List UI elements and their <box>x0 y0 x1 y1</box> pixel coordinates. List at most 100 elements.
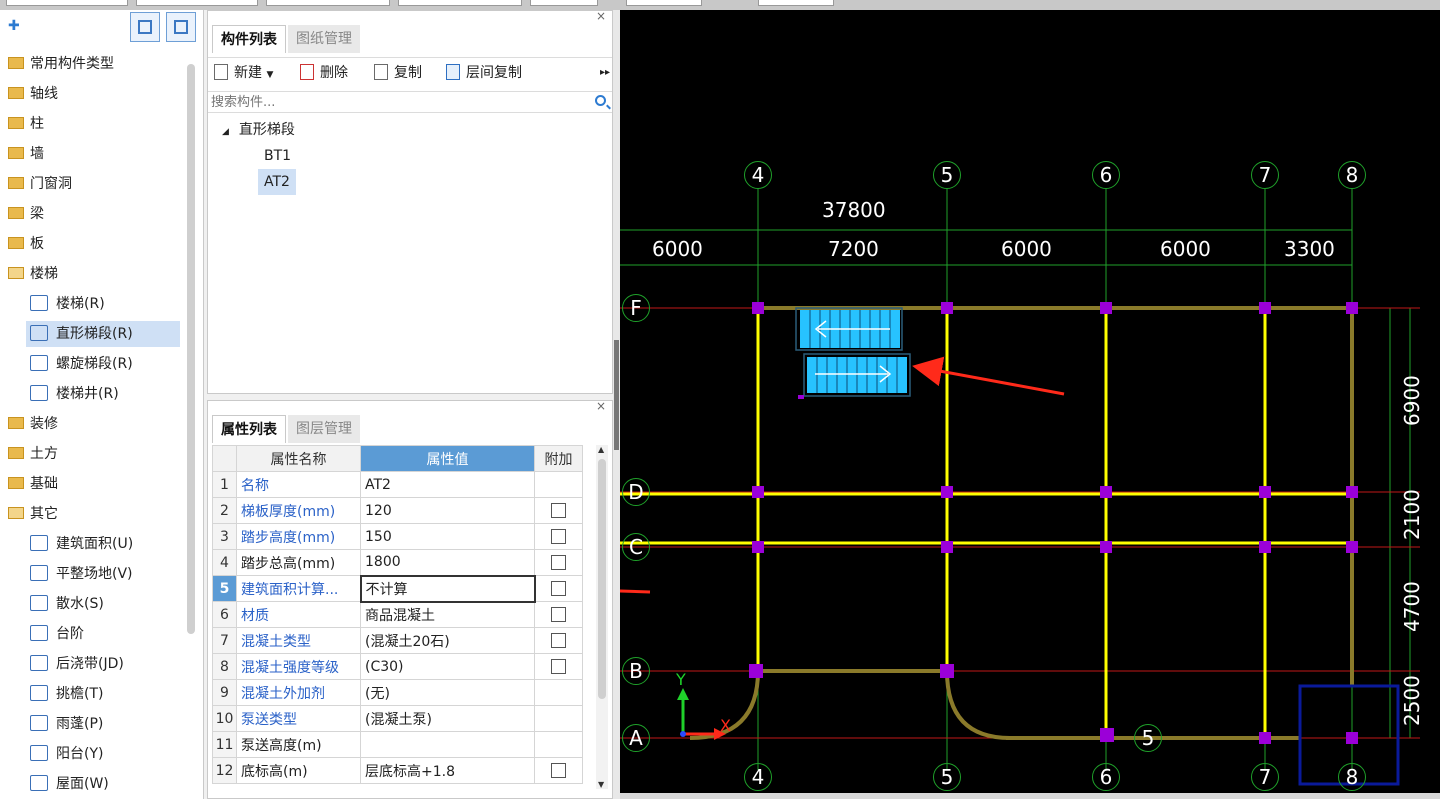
property-name[interactable]: 混凝土类型 <box>236 627 361 654</box>
tree-item[interactable]: 轴线 <box>0 81 186 107</box>
card-view-button[interactable] <box>166 12 196 42</box>
property-value[interactable]: 150 <box>360 523 535 550</box>
extra-cell[interactable] <box>534 757 583 784</box>
scroll-thumb[interactable] <box>598 459 606 699</box>
tree-item[interactable]: 其它 <box>0 501 186 527</box>
add-icon[interactable]: ✚ <box>8 18 20 34</box>
table-row[interactable]: 10 泵送类型 (混凝土泵) <box>212 705 583 732</box>
extra-header[interactable]: 附加 <box>534 445 583 472</box>
extra-checkbox[interactable] <box>551 503 566 518</box>
chevron-down-icon[interactable]: ▼ <box>266 70 273 80</box>
tree-item[interactable]: 直形梯段(R) <box>26 321 180 347</box>
scroll-down-icon[interactable]: ▼ <box>598 780 604 789</box>
tree-item[interactable]: 台阶 <box>0 621 180 647</box>
tree-item[interactable]: 土方 <box>0 441 186 467</box>
property-value[interactable]: 不计算 <box>359 574 536 603</box>
table-row[interactable]: 8 混凝土强度等级 (C30) <box>212 653 583 680</box>
cad-drawing-area[interactable]: 4 5 6 7 8 4 5 6 7 8 F D C B A 37800 6000 7200 6000 6000 3300… <box>620 10 1440 799</box>
property-value[interactable]: (混凝土泵) <box>360 705 535 732</box>
extra-checkbox[interactable] <box>551 763 566 778</box>
property-name[interactable]: 底标高(m) <box>236 757 361 784</box>
toolbar-field[interactable] <box>266 0 390 6</box>
property-name[interactable]: 名称 <box>236 471 361 498</box>
floor-plan[interactable] <box>620 10 1440 799</box>
toolbar-field[interactable] <box>530 0 598 6</box>
search-input[interactable] <box>208 92 578 112</box>
scroll-up-icon[interactable]: ▲ <box>598 445 604 454</box>
extra-checkbox[interactable] <box>551 529 566 544</box>
property-value[interactable]: (无) <box>360 679 535 706</box>
search-icon[interactable] <box>595 95 606 106</box>
extra-cell[interactable] <box>534 653 583 680</box>
close-icon[interactable]: × <box>596 9 606 23</box>
property-name[interactable]: 混凝土外加剂 <box>236 679 361 706</box>
tab-component-list[interactable]: 构件列表 <box>212 25 286 53</box>
extra-cell[interactable] <box>534 497 583 524</box>
extra-cell[interactable] <box>534 627 583 654</box>
toolbar-field[interactable] <box>758 0 834 6</box>
table-row[interactable]: 11 泵送高度(m) <box>212 731 583 758</box>
tree-item[interactable]: 梁 <box>0 201 186 227</box>
tree-item[interactable]: 楼梯 <box>0 261 186 287</box>
tab-property-list[interactable]: 属性列表 <box>212 415 286 443</box>
panel-splitter[interactable] <box>613 10 620 799</box>
tree-item[interactable]: 后浇带(JD) <box>0 651 180 677</box>
property-value[interactable] <box>360 731 535 758</box>
toolbar-field[interactable] <box>626 0 702 6</box>
value-header[interactable]: 属性值 <box>360 445 535 472</box>
tab-drawing-management[interactable]: 图纸管理 <box>288 25 360 53</box>
property-value[interactable]: 1800 <box>360 549 535 576</box>
tree-root[interactable]: ◢ 直形梯段 <box>222 117 295 143</box>
toolbar-field[interactable] <box>6 0 128 6</box>
new-button[interactable]: 新建 ▼ <box>214 62 273 84</box>
extra-checkbox[interactable] <box>551 633 566 648</box>
floor-copy-button[interactable]: 层间复制 <box>446 62 522 84</box>
tree-item-at2[interactable]: AT2 <box>258 169 296 195</box>
tree-item-bt1[interactable]: BT1 <box>264 143 291 169</box>
tree-scrollbar[interactable] <box>187 64 195 634</box>
table-row[interactable]: 1 名称 AT2 <box>212 471 583 498</box>
tree-item[interactable]: 柱 <box>0 111 186 137</box>
tree-item[interactable]: 散水(S) <box>0 591 180 617</box>
toolbar-field[interactable] <box>136 0 258 6</box>
property-name[interactable]: 泵送类型 <box>236 705 361 732</box>
extra-checkbox[interactable] <box>551 581 567 596</box>
property-value[interactable]: 120 <box>360 497 535 524</box>
tab-layer-management[interactable]: 图层管理 <box>288 415 360 443</box>
copy-button[interactable]: 复制 <box>374 62 422 84</box>
property-value[interactable]: (C30) <box>360 653 535 680</box>
extra-checkbox[interactable] <box>551 607 566 622</box>
collapse-icon[interactable]: ◢ <box>222 127 229 137</box>
tree-item[interactable]: 基础 <box>0 471 186 497</box>
splitter-handle[interactable] <box>614 340 619 450</box>
tree-item[interactable]: 螺旋梯段(R) <box>0 351 180 377</box>
extra-cell[interactable] <box>534 575 583 602</box>
tree-item[interactable]: 平整场地(V) <box>0 561 180 587</box>
tree-item[interactable]: 墙 <box>0 141 186 167</box>
tree-item[interactable]: 门窗洞 <box>0 171 186 197</box>
tree-item[interactable]: 常用构件类型 <box>0 51 186 77</box>
tree-item[interactable]: 板 <box>0 231 186 257</box>
property-value[interactable]: (混凝土20石) <box>360 627 535 654</box>
list-view-button[interactable] <box>130 12 160 42</box>
table-row[interactable]: 6 材质 商品混凝土 <box>212 601 583 628</box>
table-row[interactable]: 4 踏步总高(mm) 1800 <box>212 549 583 576</box>
property-name[interactable]: 踏步总高(mm) <box>236 549 361 576</box>
tree-item[interactable]: 阳台(Y) <box>0 741 180 767</box>
more-icon[interactable]: ▸▸ <box>600 62 610 84</box>
tree-item[interactable]: 雨蓬(P) <box>0 711 180 737</box>
extra-checkbox[interactable] <box>551 659 566 674</box>
extra-cell[interactable] <box>534 549 583 576</box>
tree-item[interactable]: 楼梯(R) <box>0 291 180 317</box>
property-scrollbar[interactable]: ▲ ▼ <box>596 445 608 789</box>
table-row[interactable]: 12 底标高(m) 层底标高+1.8 <box>212 757 583 784</box>
extra-cell[interactable] <box>534 601 583 628</box>
table-row[interactable]: 2 梯板厚度(mm) 120 <box>212 497 583 524</box>
property-name[interactable]: 梯板厚度(mm) <box>236 497 361 524</box>
property-name[interactable]: 混凝土强度等级 <box>236 653 361 680</box>
tree-item[interactable]: 屋面(W) <box>0 771 180 797</box>
stair-bt1[interactable] <box>795 307 903 351</box>
tree-item[interactable]: 楼梯井(R) <box>0 381 180 407</box>
close-icon[interactable]: × <box>596 399 606 413</box>
table-row[interactable]: 9 混凝土外加剂 (无) <box>212 679 583 706</box>
